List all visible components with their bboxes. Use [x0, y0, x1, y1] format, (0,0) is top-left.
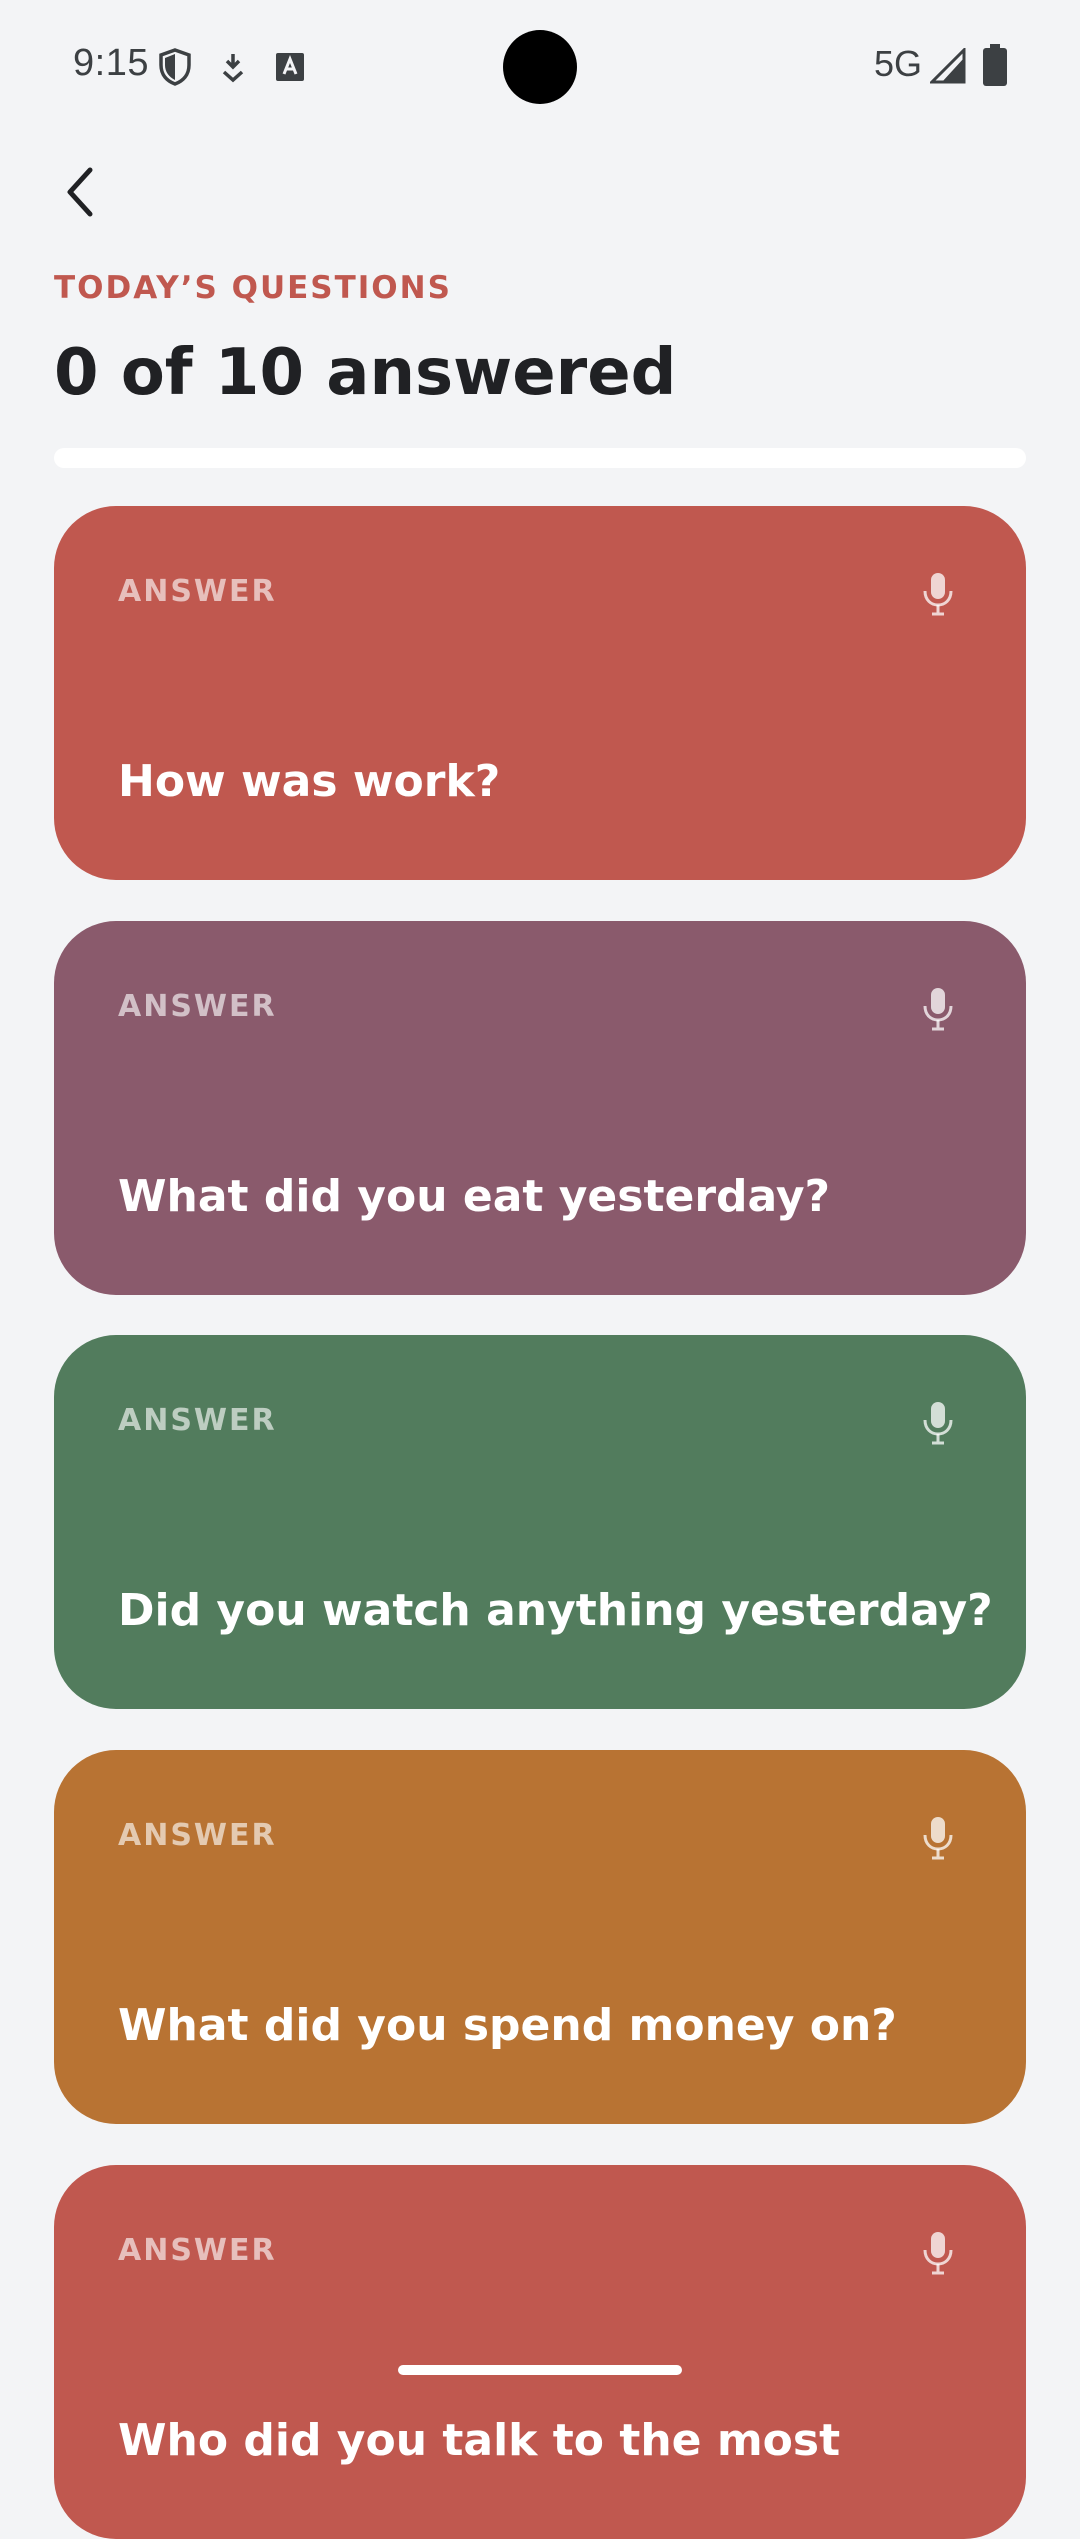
card-question: Did you watch anything yesterday?	[118, 1585, 993, 1636]
record-button[interactable]	[910, 1808, 966, 1868]
microphone-icon	[923, 1817, 953, 1860]
front-camera	[503, 30, 577, 104]
microphone-icon	[923, 988, 953, 1031]
signal-icon	[930, 48, 966, 84]
card-answer-label: ANSWER	[118, 1818, 277, 1853]
chevron-left-icon	[67, 167, 93, 217]
question-card[interactable]: ANSWER What did you eat yesterday?	[54, 921, 1026, 1295]
microphone-icon	[923, 573, 953, 616]
card-question: Who did you talk to the most	[118, 2415, 841, 2466]
text-a-icon	[276, 53, 304, 81]
record-button[interactable]	[910, 1393, 966, 1453]
microphone-icon	[923, 2232, 953, 2275]
question-card[interactable]: ANSWER Who did you talk to the most	[54, 2165, 1026, 2539]
card-answer-label: ANSWER	[118, 2233, 277, 2268]
shield-icon	[159, 48, 191, 86]
card-answer-label: ANSWER	[118, 1403, 277, 1438]
card-question: What did you spend money on?	[118, 2000, 897, 2051]
question-card[interactable]: ANSWER Did you watch anything yesterday?	[54, 1335, 1026, 1709]
card-question: What did you eat yesterday?	[118, 1171, 831, 1222]
status-bar: 9:15 5G	[0, 0, 1080, 134]
progress-bar	[54, 448, 1026, 468]
network-type: 5G	[874, 43, 923, 84]
battery-icon	[983, 44, 1007, 86]
section-eyebrow: TODAY’S QUESTIONS	[54, 270, 452, 306]
card-answer-label: ANSWER	[118, 574, 277, 609]
record-button[interactable]	[910, 979, 966, 1039]
question-card[interactable]: ANSWER What did you spend money on?	[54, 1750, 1026, 2124]
record-button[interactable]	[910, 564, 966, 624]
card-question: How was work?	[118, 756, 501, 807]
progress-title: 0 of 10 answered	[54, 336, 677, 410]
status-time: 9:15	[73, 42, 149, 84]
question-card[interactable]: ANSWER How was work?	[54, 506, 1026, 880]
download-icon	[222, 54, 244, 83]
gesture-navigation-bar[interactable]	[398, 2365, 682, 2375]
record-button[interactable]	[910, 2223, 966, 2283]
back-button[interactable]	[48, 160, 112, 224]
card-answer-label: ANSWER	[118, 989, 277, 1024]
microphone-icon	[923, 1402, 953, 1445]
